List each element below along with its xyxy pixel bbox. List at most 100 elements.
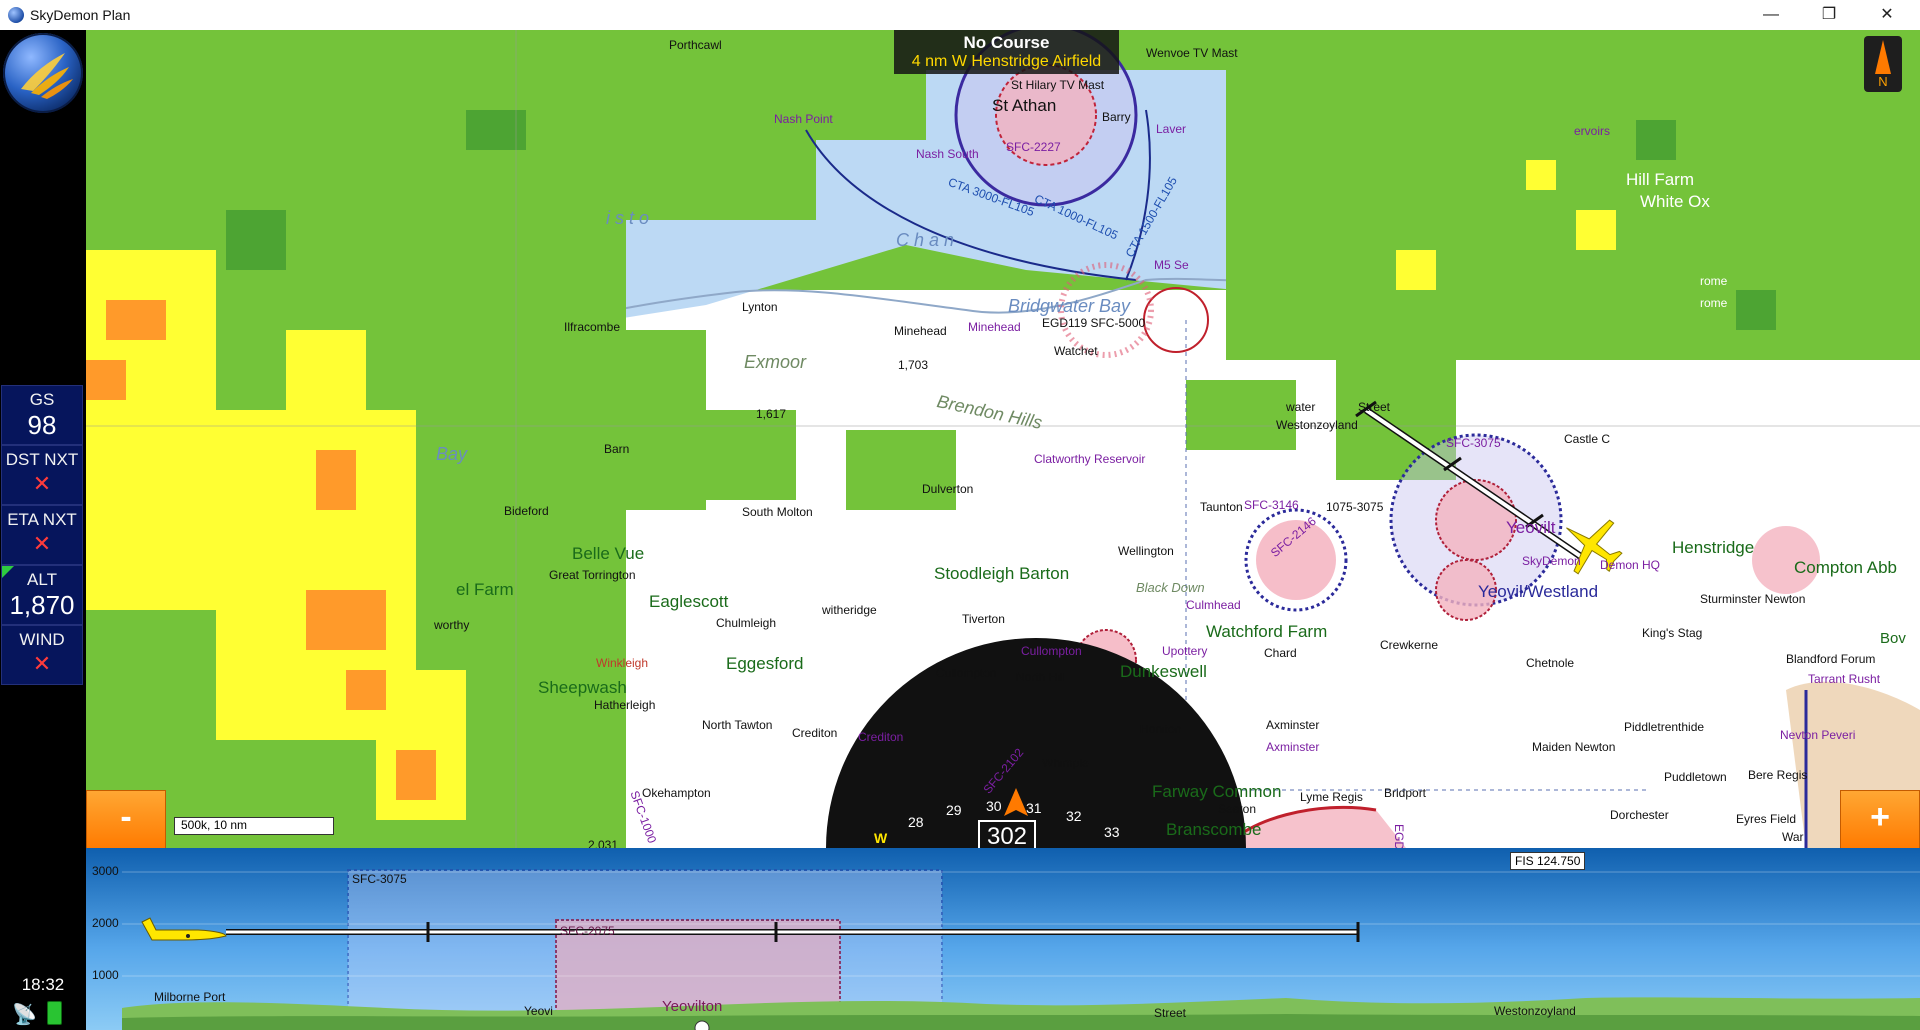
label-cullompton: Cullompton [936, 666, 997, 680]
label-nevton-peverill: Nevton Peveri [1780, 728, 1856, 742]
profile-place-westonzoyland: Westonzoyland [1494, 1004, 1576, 1018]
label-north-tawton: North Tawton [702, 718, 773, 732]
label-m5-se: M5 Se [1154, 258, 1189, 272]
label-great-torrington: Great Torrington [549, 568, 636, 582]
eta-nxt-unavailable-icon: ✕ [32, 531, 52, 556]
label-kings-stag: King's Stag [1642, 626, 1703, 640]
wind-instrument[interactable]: WIND ✕ [1, 625, 83, 685]
label-chetnole: Chetnole [1526, 656, 1575, 670]
alt-source-flag-icon [2, 566, 14, 578]
label-crediton: Crediton [792, 726, 838, 740]
label-west-farm: el Farm [456, 580, 514, 599]
alt-instrument[interactable]: ALT 1,870 [1, 565, 83, 625]
maximize-button[interactable]: ❐ [1800, 0, 1858, 30]
label-street: Street [1358, 400, 1391, 414]
battery-icon [47, 1001, 62, 1025]
gs-value: 98 [27, 410, 57, 440]
label-spot-1617: 1,617 [756, 407, 787, 421]
close-button[interactable]: ✕ [1858, 0, 1916, 30]
compass-tick-31: 31 [1026, 800, 1042, 816]
label-ilfracombe: Ilfracombe [564, 320, 621, 334]
profile-place-yeovil: Yeovi [524, 1004, 553, 1018]
north-label: N [1878, 74, 1888, 89]
wing-logo-icon [21, 53, 73, 99]
label-wellington: Wellington [1118, 544, 1174, 558]
profile-place-street: Street [1154, 1006, 1187, 1020]
profile-place-yeovilton: Yeovilton [662, 998, 723, 1015]
map-view[interactable]: Porthcawl Wenvoe TV Mast St Hilary TV Ma… [86, 30, 1920, 848]
compass-tick-33: 33 [1104, 824, 1120, 840]
dst-nxt-label: DST NXT [5, 450, 79, 469]
zoom-out-button[interactable]: - [86, 790, 166, 848]
title-bar: SkyDemon Plan — ❐ ✕ [0, 0, 1920, 31]
label-sturminster: Sturminster Newton [1700, 592, 1806, 606]
label-lynton: Lynton [742, 300, 778, 314]
label-dunkeswell: Dunkeswell [1120, 662, 1207, 681]
label-egd119: EGD119 SFC-5000 [1042, 316, 1146, 330]
label-barry: Barry [1102, 110, 1131, 124]
label-whimple: Whimple [1042, 756, 1089, 770]
label-sheepwash: Sheepwash [538, 678, 627, 697]
label-reservoirs: ervoirs [1574, 124, 1611, 138]
label-eaglescott: Eaglescott [649, 592, 729, 611]
compass-tick-28: 28 [908, 814, 924, 830]
label-bideford: Bideford [504, 504, 549, 518]
compass-tick-29: 29 [946, 802, 962, 818]
window-title: SkyDemon Plan [30, 7, 131, 23]
label-black-down: Black Down [1136, 580, 1205, 595]
label-north-hill: North Hill [1016, 670, 1066, 684]
label-bay: Bay [436, 444, 468, 464]
gs-label: GS [29, 390, 55, 409]
north-arrow-icon [1875, 40, 1891, 74]
alt-label-3000: 3000 [92, 864, 119, 878]
skydemon-app-icon [8, 7, 24, 23]
label-maiden-newton: Maiden Newton [1532, 740, 1616, 754]
zoom-in-button[interactable]: + [1840, 790, 1920, 848]
label-sfc-3146: SFC-3146 [1244, 498, 1299, 512]
label-chulmleigh: Chulmleigh [716, 616, 777, 630]
label-witheridge: witheridge [822, 603, 877, 617]
label-piddletrenthide: Piddletrenthide [1624, 720, 1705, 734]
profile-place-milborne-port: Milborne Port [154, 990, 226, 1004]
label-bridgwater-bay: Bridgwater Bay [1008, 296, 1131, 316]
label-culmhead: Culmhead [1186, 598, 1241, 612]
label-egd: EGD [1392, 823, 1407, 848]
label-yeovilton: Yeovilt [1506, 518, 1556, 537]
label-skydemon-hq: Demon HQ [1600, 558, 1661, 572]
label-laver: Laver [1156, 122, 1187, 136]
eta-nxt-instrument[interactable]: ETA NXT ✕ [1, 505, 83, 565]
vertical-profile-panel[interactable]: 3000 2000 1000 FIS 124.750 SFC-3075 SFC-… [86, 848, 1920, 1030]
dst-nxt-instrument[interactable]: DST NXT ✕ [1, 445, 83, 505]
course-title: No Course [963, 33, 1050, 52]
label-white-ox: White Ox [1640, 192, 1710, 211]
label-upottery: Upottery [1162, 644, 1208, 658]
label-compton-abbas: Compton Abb [1794, 558, 1898, 577]
heading-readout: 302 [978, 820, 1036, 848]
minimize-button[interactable]: — [1742, 0, 1800, 30]
label-cullompton-vrp: Cullompton [1021, 644, 1082, 658]
label-farway: Farway Common [1152, 782, 1282, 801]
label-bridgwater: water [1286, 400, 1316, 414]
label-bov: Bov [1880, 630, 1906, 647]
label-rome-2: rome [1700, 296, 1728, 310]
label-axminster: Axminster [1266, 718, 1320, 732]
label-dorchester: Dorchester [1610, 808, 1669, 822]
profile-airspace-sfc-2075: SFC-2075 [560, 924, 615, 938]
label-henstridge: Henstridge [1672, 538, 1755, 557]
label-axminster-vrp: Axminster [1266, 740, 1320, 754]
skydemon-menu-button[interactable] [3, 33, 83, 113]
course-banner[interactable]: No Course 4 nm W Henstridge Airfield [894, 30, 1119, 74]
label-minehead: Minehead [894, 324, 947, 338]
label-castle-c: Castle C [1564, 432, 1611, 446]
compass-tick-30: 30 [986, 798, 1002, 814]
label-exmoor: Exmoor [744, 352, 807, 372]
north-up-button[interactable]: N [1864, 36, 1902, 92]
label-watchet: Watchet [1054, 344, 1098, 358]
gs-instrument[interactable]: GS 98 [1, 385, 83, 445]
label-lyme-regis: Lyme Regis [1300, 790, 1363, 804]
label-watchford: Watchford Farm [1206, 622, 1328, 641]
fis-frequency-badge[interactable]: FIS 124.750 [1510, 852, 1586, 870]
label-war: War [1782, 830, 1804, 844]
label-porthcawl: Porthcawl [669, 38, 722, 52]
label-rome-1: rome [1700, 274, 1728, 288]
